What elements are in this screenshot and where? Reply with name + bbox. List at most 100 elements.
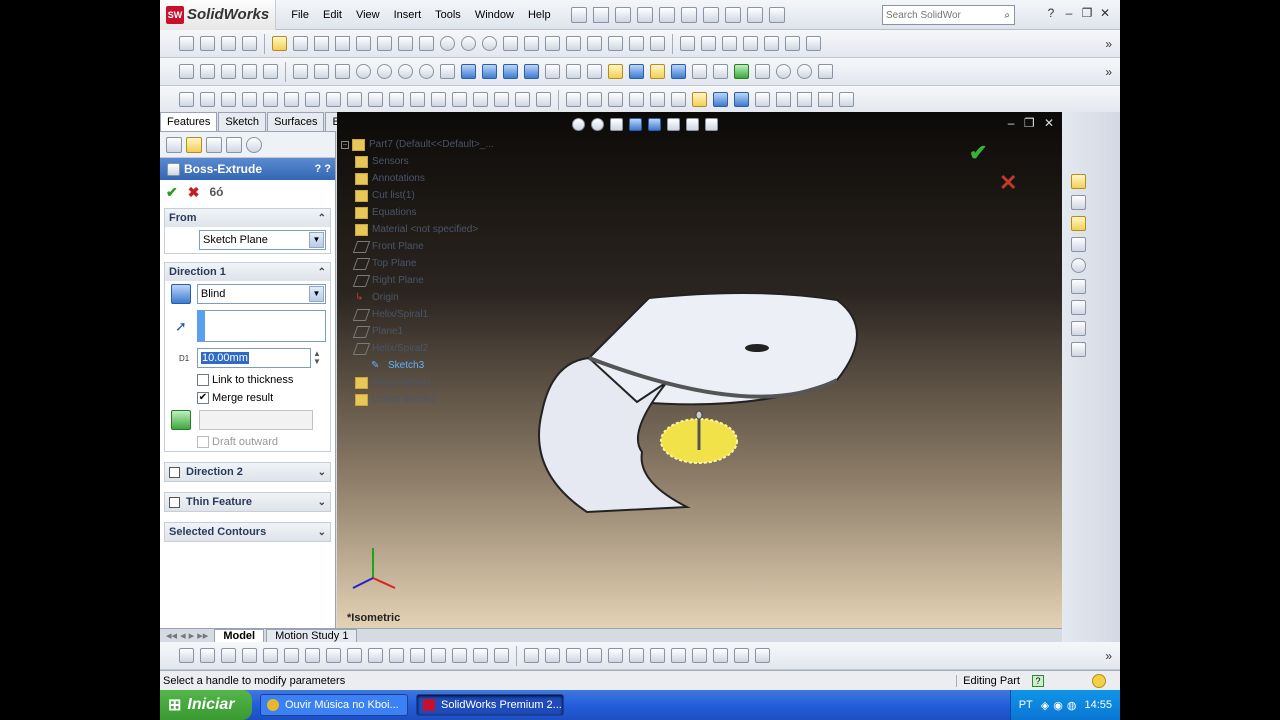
loft-icon[interactable] <box>242 648 257 663</box>
feature-mirror-icon[interactable] <box>494 92 509 107</box>
direction2-header[interactable]: Direction 2 ⌄ <box>165 463 330 481</box>
select-icon[interactable] <box>702 6 719 23</box>
hole-wizard-icon[interactable] <box>452 92 467 107</box>
rip-icon[interactable] <box>713 648 728 663</box>
expand-icon[interactable]: ⌄ <box>318 497 326 508</box>
merge-result-checkbox[interactable]: ✔ Merge result <box>197 392 273 404</box>
more-view-tools-icon[interactable]: » <box>1105 65 1112 79</box>
app-logo[interactable]: SW SolidWorks <box>160 0 277 30</box>
display-manager-icon[interactable] <box>246 136 262 153</box>
direction1-header[interactable]: Direction 1 ⌃ <box>165 263 330 281</box>
jog-icon[interactable] <box>608 648 623 663</box>
wireframe-icon[interactable] <box>545 64 560 79</box>
tab-motion-study[interactable]: Motion Study 1 <box>266 628 358 643</box>
edit-appearance-icon[interactable] <box>734 64 749 79</box>
open-icon[interactable] <box>614 6 631 23</box>
ambient-occlusion-icon[interactable] <box>797 64 812 79</box>
selected-contours-header[interactable]: Selected Contours ⌄ <box>165 523 330 541</box>
menu-insert[interactable]: Insert <box>387 0 429 30</box>
tab-sketch[interactable]: Sketch <box>218 112 267 131</box>
feature-manager-icon[interactable] <box>166 136 182 153</box>
end-condition-select[interactable]: Blind ▼ <box>196 284 326 304</box>
four-view-icon[interactable] <box>818 92 833 107</box>
undo-icon[interactable] <box>680 6 697 23</box>
view-top-icon[interactable] <box>650 92 665 107</box>
rotate-icon[interactable] <box>461 64 476 79</box>
point-icon[interactable] <box>608 36 623 51</box>
straight-slot-icon[interactable] <box>419 36 434 51</box>
feature-fillet-icon[interactable] <box>347 92 362 107</box>
custom-properties-icon[interactable] <box>1071 279 1086 294</box>
close-icon[interactable]: ✕ <box>1096 6 1114 20</box>
rib-tool-icon[interactable] <box>389 648 404 663</box>
view-left-icon[interactable] <box>608 92 623 107</box>
rebuild-icon[interactable] <box>724 6 741 23</box>
direction2-checkbox[interactable] <box>169 466 180 478</box>
fillet-tool-icon[interactable] <box>347 648 362 663</box>
model-viewport[interactable] <box>337 112 1062 628</box>
miter-flange-icon[interactable] <box>566 648 581 663</box>
convert-entities-icon[interactable] <box>764 36 779 51</box>
mirror-icon[interactable] <box>680 36 695 51</box>
depth-input[interactable]: 10.00mm <box>197 348 311 368</box>
menu-edit[interactable]: Edit <box>316 0 349 30</box>
file-explorer-icon[interactable] <box>1071 216 1086 231</box>
rectangle-icon[interactable] <box>314 36 329 51</box>
single-view-icon[interactable] <box>776 92 791 107</box>
zoom-area-icon[interactable] <box>377 64 392 79</box>
property-manager-icon[interactable] <box>186 136 202 153</box>
depth-spinner-icon[interactable]: ▲ ▼ <box>313 350 321 366</box>
direction-selection-box[interactable] <box>196 310 326 342</box>
shell-icon[interactable] <box>410 92 425 107</box>
language-indicator[interactable]: PT <box>1019 699 1033 711</box>
realview-icon[interactable] <box>776 64 791 79</box>
camera-icon[interactable] <box>335 64 350 79</box>
more-tools-icon[interactable]: » <box>1105 37 1112 51</box>
section-view-icon[interactable] <box>524 64 539 79</box>
view-front-icon[interactable] <box>566 92 581 107</box>
trim-icon[interactable] <box>722 36 737 51</box>
tab-scroll-icon[interactable]: ◂◂ ◂ ▸ ▸▸ <box>160 629 214 642</box>
revolved-cut-icon[interactable] <box>284 92 299 107</box>
plane-icon[interactable] <box>650 36 665 51</box>
cartoon-icon[interactable] <box>818 64 833 79</box>
zoom-selection-icon[interactable] <box>419 64 434 79</box>
tangent-arc-icon[interactable] <box>503 36 518 51</box>
network-icon[interactable]: ◈ <box>1041 699 1049 712</box>
thin-feature-header[interactable]: Thin Feature ⌄ <box>165 493 330 511</box>
taskbar-solidworks[interactable]: SolidWorks Premium 2... <box>416 694 564 716</box>
view-trimetric-icon[interactable] <box>713 92 728 107</box>
tab-model[interactable]: Model <box>214 628 265 643</box>
line-icon[interactable] <box>293 36 308 51</box>
design-library-icon[interactable] <box>1071 195 1086 210</box>
sketch-icon[interactable] <box>242 36 257 51</box>
cut-sweep-icon[interactable] <box>305 648 320 663</box>
move-entities-icon[interactable] <box>785 36 800 51</box>
file-properties-icon[interactable] <box>746 6 763 23</box>
help-button[interactable]: ? ? <box>315 163 332 175</box>
restore-icon[interactable]: ❐ <box>1078 6 1096 20</box>
draft-tool-icon[interactable] <box>431 648 446 663</box>
configuration-manager-icon[interactable] <box>206 136 222 153</box>
offset-icon[interactable] <box>701 36 716 51</box>
extrude-icon[interactable] <box>179 648 194 663</box>
text-icon[interactable] <box>629 36 644 51</box>
hidden-lines-removed-icon[interactable] <box>587 64 602 79</box>
chamfer-icon[interactable] <box>368 92 383 107</box>
collapse-icon[interactable]: ⌃ <box>318 267 326 278</box>
help-icon[interactable]: ? <box>1042 6 1060 20</box>
view-bottom-icon[interactable] <box>671 92 686 107</box>
link-views-icon[interactable] <box>839 92 854 107</box>
search-box[interactable]: ⌕ <box>882 5 1015 25</box>
edge-flange-icon[interactable] <box>545 648 560 663</box>
menu-view[interactable]: View <box>349 0 387 30</box>
center-rectangle-icon[interactable] <box>335 36 350 51</box>
extruded-boss-icon[interactable] <box>179 92 194 107</box>
cut-loft-icon[interactable] <box>326 648 341 663</box>
link-thickness-checkbox[interactable]: Link to thickness <box>197 374 293 386</box>
cancel-x-icon[interactable]: ✖ <box>188 184 200 201</box>
weldments-tool-icon[interactable] <box>1071 321 1086 336</box>
appearances-icon[interactable] <box>1071 258 1086 273</box>
depth-value[interactable]: 10.00mm <box>201 352 249 364</box>
tab-surfaces[interactable]: Surfaces <box>267 112 325 131</box>
